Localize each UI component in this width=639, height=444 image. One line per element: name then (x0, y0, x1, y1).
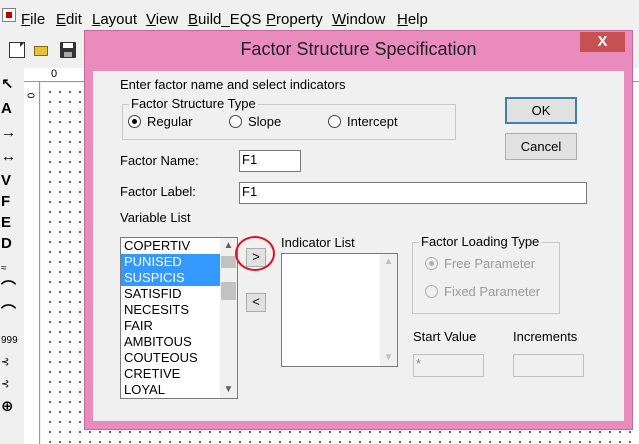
radio-slope[interactable]: Slope (229, 114, 281, 129)
curve-tool-icon[interactable]: ⌒ (0, 280, 18, 298)
menu-edit[interactable]: Edit (56, 11, 82, 29)
variable-list-item[interactable]: AMBITOUS (121, 334, 220, 350)
menu-help[interactable]: Help (397, 11, 428, 29)
scroll-thumb[interactable] (221, 256, 236, 268)
factor-tool-icon[interactable]: F (0, 193, 18, 211)
radio-dot-icon (328, 115, 341, 128)
pointer-tool-icon[interactable]: ↖ (0, 76, 18, 94)
scroll-down-icon[interactable]: ▼ (220, 382, 237, 398)
ruler-top-label: 0 (51, 68, 58, 80)
radio-dot-icon (229, 115, 242, 128)
ruler-left-label: 0 (24, 92, 36, 99)
factor-name-input[interactable]: F1 (239, 150, 301, 172)
app-icon[interactable] (2, 8, 16, 22)
variable-list-item[interactable]: FAIR (121, 318, 220, 334)
indicator-list-label: Indicator List (281, 235, 355, 250)
close-button[interactable]: X (580, 32, 625, 52)
menu-layout[interactable]: Layout (92, 11, 137, 29)
toolbar (0, 38, 90, 64)
start-value-label: Start Value (413, 329, 477, 344)
save-disk-icon[interactable] (60, 42, 76, 58)
one-way-arrow-tool-icon[interactable]: → (0, 124, 18, 142)
factor-loading-type-group: Factor Loading Type Free Parameter Fixed… (412, 234, 560, 314)
menu-window[interactable]: Window (332, 11, 385, 29)
ok-button[interactable]: OK (505, 97, 577, 124)
variable-list-item[interactable]: PUNISED (121, 254, 220, 270)
open-folder-icon[interactable] (34, 42, 50, 58)
radio-dot-icon (128, 115, 141, 128)
dialog-title: Factor Structure Specification (240, 39, 477, 59)
two-way-arrow-tool-icon[interactable]: ↔ (0, 148, 18, 166)
variable-list-item[interactable]: COPERTIV (121, 238, 220, 254)
variable-list-item[interactable]: LOYAL (121, 382, 220, 398)
variable-list-item[interactable]: CRETIVE (121, 366, 220, 382)
drawing-tool-palette: ↖ A → ↔ V F E D ≈ ⌒ ⌒ 999 ⊰ ⊰ ⊕ (0, 66, 18, 444)
start-value-input[interactable]: * (413, 354, 484, 377)
radio-regular[interactable]: Regular (128, 114, 193, 129)
menu-view[interactable]: View (146, 11, 178, 29)
variable-list-item[interactable]: SUSPICIS (121, 270, 220, 286)
vertical-ruler: 0 (24, 82, 40, 444)
factor-label-input[interactable]: F1 (239, 182, 587, 204)
radio-dot-icon (425, 285, 438, 298)
scroll-down-icon[interactable]: ▼ (380, 350, 397, 366)
increments-label: Increments (513, 329, 578, 344)
factor-structure-type-group: Factor Structure Type Regular Slope Inte… (122, 96, 456, 140)
scroll-up-icon[interactable]: ▲ (380, 254, 397, 270)
scroll-thumb-lower[interactable] (221, 282, 236, 300)
observed-variable-tool-icon[interactable]: V (0, 172, 18, 190)
path-tool-icon[interactable]: ≈ (0, 260, 18, 278)
variable-list[interactable]: COPERTIV PUNISED SUSPICIS SATISFID NECESITS F… (120, 237, 238, 399)
variable-list-item[interactable]: COUTEOUS (121, 350, 220, 366)
factor-structure-dialog: Factor Structure Specification X Enter f… (84, 30, 633, 430)
covariance-tool-icon[interactable]: ⌒ (0, 304, 18, 322)
crosshair-tool-icon[interactable]: ⊕ (0, 398, 18, 416)
menu-file[interactable]: File (21, 11, 45, 29)
remove-indicator-button[interactable]: < (246, 293, 266, 312)
radio-intercept[interactable]: Intercept (328, 114, 398, 129)
radio-dot-icon (425, 257, 438, 270)
number-tool-icon[interactable]: 999 (0, 332, 18, 350)
instruction-text: Enter factor name and select indicators (120, 77, 346, 92)
variable-list-item[interactable]: SATISFID (121, 286, 220, 302)
factor-loading-type-title: Factor Loading Type (419, 234, 542, 250)
menu-build-eqs[interactable]: Build_EQS (188, 11, 261, 29)
highlight-circle (235, 236, 275, 271)
indicator-list-scrollbar[interactable]: ▲ ▼ (380, 254, 397, 366)
factor-label-label: Factor Label: (120, 184, 196, 199)
factor-name-label: Factor Name: (120, 153, 199, 168)
disturbance-tool-icon[interactable]: D (0, 235, 18, 253)
variable-list-scrollbar[interactable]: ▲ ▼ (220, 238, 237, 398)
indicator-list[interactable]: ▲ ▼ (281, 253, 398, 367)
dialog-body: Enter factor name and select indicators … (93, 71, 624, 421)
text-tool-icon[interactable]: A (0, 100, 18, 118)
increments-input[interactable] (513, 354, 584, 377)
variable-list-item[interactable]: NECESITS (121, 302, 220, 318)
radio-free-parameter[interactable]: Free Parameter (425, 256, 535, 271)
factor-structure-type-title: Factor Structure Type (129, 96, 258, 112)
variable-list-label: Variable List (120, 210, 191, 225)
new-file-icon[interactable] (9, 42, 25, 58)
menu-property[interactable]: Property (266, 11, 323, 29)
error-tool-icon[interactable]: E (0, 214, 18, 232)
multi-path-tool-2-icon[interactable]: ⊰ (0, 376, 18, 394)
cancel-button[interactable]: Cancel (505, 133, 577, 160)
multi-path-tool-icon[interactable]: ⊰ (0, 354, 18, 372)
radio-fixed-parameter[interactable]: Fixed Parameter (425, 284, 540, 299)
